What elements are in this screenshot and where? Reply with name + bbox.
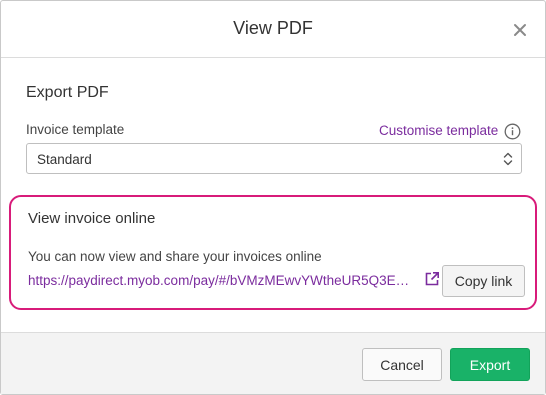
view-invoice-online-heading: View invoice online bbox=[28, 210, 156, 227]
online-description: You can now view and share your invoices… bbox=[28, 249, 322, 264]
dialog-title: View PDF bbox=[233, 18, 313, 38]
info-icon[interactable] bbox=[504, 123, 521, 140]
close-icon[interactable] bbox=[509, 19, 531, 41]
invoice-template-value: Standard bbox=[37, 152, 92, 167]
customise-template-link[interactable]: Customise template bbox=[379, 123, 498, 138]
view-invoice-online-panel: View invoice online You can now view and… bbox=[9, 195, 537, 310]
view-pdf-dialog: View PDF Export PDF Invoice template Cus… bbox=[0, 0, 546, 395]
cancel-button[interactable]: Cancel bbox=[362, 348, 442, 381]
invoice-template-label: Invoice template bbox=[26, 122, 125, 137]
dialog-header: View PDF bbox=[1, 1, 545, 58]
external-link-icon[interactable] bbox=[424, 271, 440, 287]
copy-link-button[interactable]: Copy link bbox=[442, 265, 525, 297]
select-arrows-icon bbox=[503, 152, 513, 166]
export-pdf-heading: Export PDF bbox=[26, 84, 109, 101]
invoice-template-select[interactable]: Standard bbox=[26, 143, 522, 174]
export-button[interactable]: Export bbox=[450, 348, 530, 381]
dialog-footer: Cancel Export bbox=[1, 332, 545, 394]
invoice-online-link[interactable]: https://paydirect.myob.com/pay/#/bVMzMEw… bbox=[28, 273, 423, 288]
